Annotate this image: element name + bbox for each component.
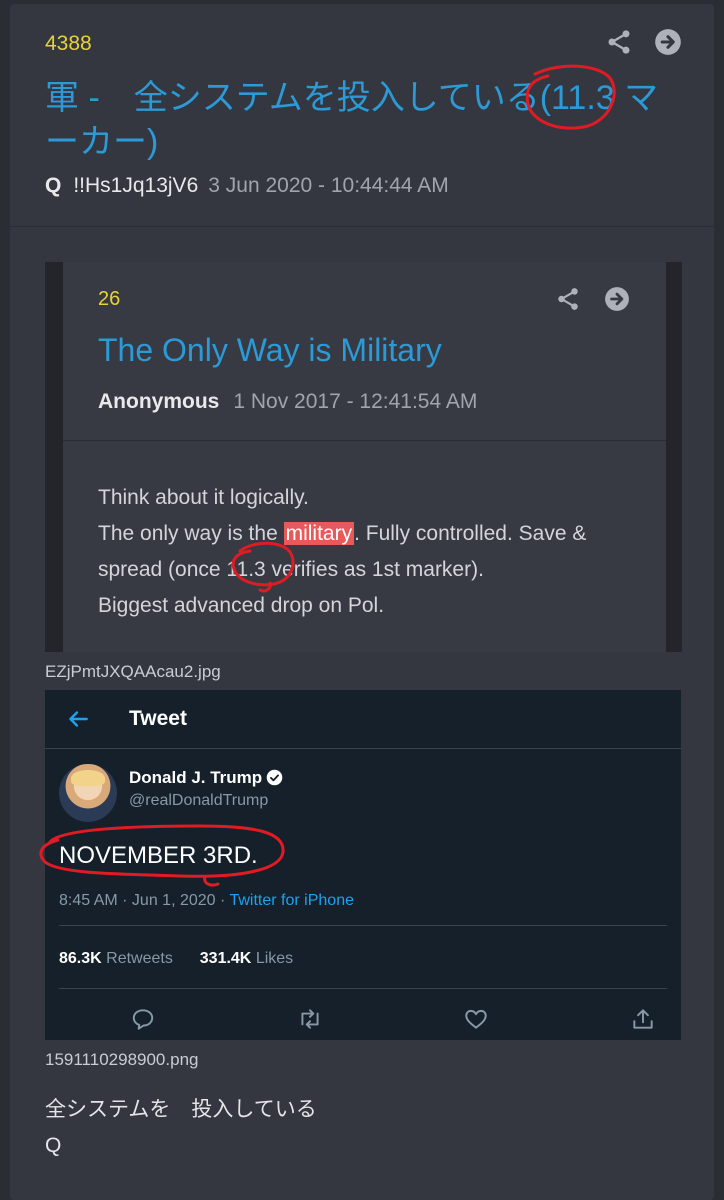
quoted-post-body: Think about it logically. The only way i… (98, 480, 658, 624)
tweet-stats: 86.3K Retweets 331.4K Likes (59, 950, 293, 968)
quoted-author-line: Anonymous 1 Nov 2017 - 12:41:54 AM (98, 390, 477, 414)
tweet-timestamp: 8:45 AM · Jun 1, 2020 · Twitter for iPho… (59, 892, 354, 910)
back-arrow-icon[interactable] (65, 706, 91, 732)
post-date: 3 Jun 2020 - 10:44:44 AM (208, 174, 449, 197)
tweet-screenshot[interactable]: Tweet Donald J. Trump @realDonaldTrump N… (45, 690, 681, 1040)
tweet-text: NOVEMBER 3RD. (59, 842, 258, 869)
body-line: The only way is the military. Fully cont… (98, 516, 658, 552)
retweet-icon[interactable] (297, 1006, 323, 1032)
attachment-filename[interactable]: 1591110298900.png (45, 1050, 198, 1070)
like-icon[interactable] (463, 1006, 489, 1032)
body-line: Biggest advanced drop on Pol. (98, 594, 385, 617)
author-name-text: Donald J. Trump (129, 768, 263, 787)
tweet-header-title: Tweet (129, 707, 187, 730)
post-body: 全システムを 投入している Q (45, 1092, 317, 1164)
post-author-line: Q !!Hs1Jq13jV6 3 Jun 2020 - 10:44:44 AM (45, 174, 449, 198)
quoted-post-date: 1 Nov 2017 - 12:41:54 AM (233, 390, 478, 413)
author-name: Q (45, 174, 62, 197)
attachment-filename[interactable]: EZjPmtJXQAAcau2.jpg (45, 662, 221, 682)
post-title[interactable]: 軍 - 全システムを投入している(11.3 マーカー) (45, 76, 685, 164)
body-line: Think about it logically. (98, 486, 309, 509)
tweet-header-bar: Tweet (45, 690, 681, 749)
arrow-right-circle-icon[interactable] (604, 286, 630, 312)
quoted-author-name: Anonymous (98, 390, 220, 413)
body-text: . Fully controlled. Save & (354, 522, 587, 545)
verified-badge-icon (266, 769, 283, 786)
quoted-post: 26 The Only Way is Military Anonymous 1 N… (45, 262, 682, 652)
tripcode: !!Hs1Jq13jV6 (73, 174, 199, 197)
retweets-label[interactable]: Retweets (106, 950, 173, 967)
timestamp-text: 8:45 AM · Jun 1, 2020 · (59, 892, 230, 909)
share-icon[interactable] (555, 286, 581, 312)
avatar[interactable] (59, 764, 117, 822)
tweet-author-name[interactable]: Donald J. Trump (129, 768, 283, 788)
tweet-source-link[interactable]: Twitter for iPhone (229, 892, 354, 909)
post-header: 4388 軍 - 全システムを投入している(11.3 マーカー) Q !!Hs1J… (10, 4, 714, 227)
arrow-right-circle-icon[interactable] (654, 28, 682, 56)
retweets-count[interactable]: 86.3K (59, 950, 102, 967)
body-line: Q (45, 1134, 62, 1157)
likes-count[interactable]: 331.4K (200, 950, 252, 967)
reply-icon[interactable] (130, 1006, 156, 1032)
divider (63, 440, 666, 441)
divider (59, 925, 667, 926)
highlighted-word: military (283, 522, 355, 545)
body-text: The only way is the (98, 522, 284, 545)
likes-label[interactable]: Likes (256, 950, 293, 967)
post-number[interactable]: 4388 (45, 32, 92, 56)
quoted-post-number[interactable]: 26 (98, 288, 120, 311)
post-card: 4388 軍 - 全システムを投入している(11.3 マーカー) Q !!Hs1J… (10, 4, 714, 1200)
share-icon[interactable] (605, 28, 633, 56)
upload-icon[interactable] (630, 1006, 656, 1032)
tweet-author-handle[interactable]: @realDonaldTrump (129, 792, 268, 810)
body-line: 全システムを 投入している (45, 1098, 317, 1121)
quoted-post-title[interactable]: The Only Way is Military (98, 332, 442, 369)
body-line: spread (once 11.3 verifies as 1st marker… (98, 558, 484, 581)
divider (59, 988, 667, 989)
